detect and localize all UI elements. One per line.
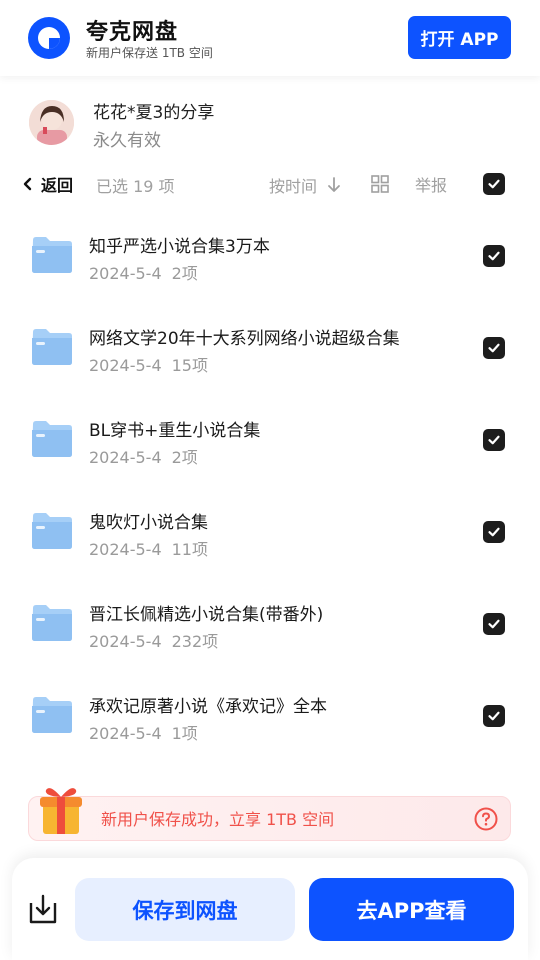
file-date: 2024-5-4 <box>89 632 162 651</box>
grid-view-icon[interactable] <box>371 175 389 193</box>
download-icon[interactable] <box>28 893 58 925</box>
file-checkbox[interactable] <box>483 245 505 267</box>
file-date: 2024-5-4 <box>89 264 162 283</box>
checkbox-checked-icon <box>488 711 500 721</box>
file-meta: 2024-5-4 15项 <box>89 352 208 376</box>
checkbox-checked-icon <box>488 619 500 629</box>
brand-name: 夸克网盘 <box>86 20 179 45</box>
folder-icon <box>32 697 72 733</box>
select-all-checkbox[interactable] <box>483 173 505 195</box>
file-date: 2024-5-4 <box>89 724 162 743</box>
file-row[interactable]: 鬼吹灯小说合集 2024-5-4 11项 <box>0 486 540 578</box>
file-row[interactable]: 晋江长佩精选小说合集(带番外) 2024-5-4 232项 <box>0 578 540 670</box>
file-count: 15项 <box>171 356 208 375</box>
sort-by-time-button[interactable]: 按时间 <box>269 173 317 197</box>
file-count: 11项 <box>171 540 208 559</box>
file-count: 1项 <box>171 724 198 743</box>
folder-icon <box>32 421 72 457</box>
file-checkbox[interactable] <box>483 521 505 543</box>
file-toolbar: 返回 已选 19 项 按时间 举报 <box>0 168 540 200</box>
view-in-app-button[interactable]: 去APP查看 <box>309 878 514 941</box>
file-date: 2024-5-4 <box>89 448 162 467</box>
share-title: 花花*夏3的分享 <box>93 103 215 123</box>
open-app-button[interactable]: 打开 APP <box>408 16 511 59</box>
help-circle-icon[interactable] <box>474 807 498 831</box>
file-meta: 2024-5-4 2项 <box>89 260 198 284</box>
sort-down-arrow-icon[interactable] <box>327 176 341 193</box>
file-checkbox[interactable] <box>483 337 505 359</box>
file-name: 知乎严选小说合集3万本 <box>89 237 270 257</box>
file-count: 2项 <box>171 264 198 283</box>
checkbox-checked-icon <box>488 435 500 445</box>
folder-icon <box>32 605 72 641</box>
share-validity: 永久有效 <box>93 131 161 151</box>
folder-icon <box>32 329 72 365</box>
file-name: BL穿书+重生小说合集 <box>89 421 261 441</box>
file-row[interactable]: 承欢记原著小说《承欢记》全本 2024-5-4 1项 <box>0 670 540 762</box>
app-header: 夸克网盘 新用户保存送 1TB 空间 打开 APP <box>0 0 540 76</box>
gift-icon <box>40 788 82 834</box>
folder-icon <box>32 513 72 549</box>
file-count: 232项 <box>171 632 219 651</box>
file-count: 2项 <box>171 448 198 467</box>
quark-logo-icon <box>28 17 70 59</box>
file-meta: 2024-5-4 232项 <box>89 628 218 652</box>
report-button[interactable]: 举报 <box>415 172 447 196</box>
checkbox-checked-icon <box>488 527 500 537</box>
file-row[interactable]: BL穿书+重生小说合集 2024-5-4 2项 <box>0 394 540 486</box>
checkbox-checked-icon <box>488 179 500 189</box>
folder-icon <box>32 237 72 273</box>
file-date: 2024-5-4 <box>89 356 162 375</box>
file-date: 2024-5-4 <box>89 540 162 559</box>
file-checkbox[interactable] <box>483 705 505 727</box>
file-meta: 2024-5-4 2项 <box>89 444 198 468</box>
file-row[interactable]: 网络文学20年十大系列网络小说超级合集 2024-5-4 15项 <box>0 302 540 394</box>
file-name: 承欢记原著小说《承欢记》全本 <box>89 697 327 717</box>
file-meta: 2024-5-4 11项 <box>89 536 208 560</box>
share-info: 花花*夏3的分享 永久有效 <box>0 96 540 152</box>
selected-count: 已选 19 项 <box>96 177 175 196</box>
back-chevron-icon[interactable] <box>22 175 34 193</box>
checkbox-checked-icon <box>488 251 500 261</box>
checkbox-checked-icon <box>488 343 500 353</box>
file-checkbox[interactable] <box>483 429 505 451</box>
file-name: 晋江长佩精选小说合集(带番外) <box>89 605 324 625</box>
promo-text: 新用户保存成功，立享 1TB 空间 <box>101 810 335 829</box>
save-to-drive-button[interactable]: 保存到网盘 <box>75 878 295 941</box>
brand-subtitle: 新用户保存送 1TB 空间 <box>86 46 213 60</box>
avatar <box>29 100 74 145</box>
file-checkbox[interactable] <box>483 613 505 635</box>
file-name: 网络文学20年十大系列网络小说超级合集 <box>89 329 400 349</box>
back-button[interactable]: 返回 <box>41 172 73 196</box>
file-name: 鬼吹灯小说合集 <box>89 513 208 533</box>
file-meta: 2024-5-4 1项 <box>89 720 198 744</box>
file-row[interactable]: 知乎严选小说合集3万本 2024-5-4 2项 <box>0 210 540 302</box>
